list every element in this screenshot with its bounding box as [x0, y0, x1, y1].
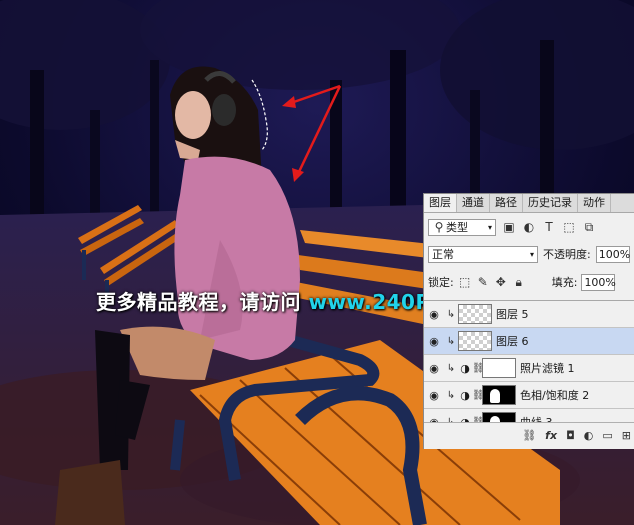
filter-kind-select[interactable]: ⚲ 类型 ▾ [428, 218, 496, 236]
filter-pixel-icon[interactable]: ▣ [502, 220, 516, 234]
filter-type-icon[interactable]: T [542, 220, 556, 234]
layer-row[interactable]: ◉ ↳ ◑ ⛓ 曲线 3 [424, 409, 634, 422]
chevron-down-icon: ▾ [529, 249, 534, 259]
adjustment-layer-icon: ◑ [460, 388, 470, 402]
search-icon: ⚲ [434, 220, 444, 234]
fill-label: 填充: [551, 276, 578, 289]
eye-icon[interactable]: ◉ [424, 362, 444, 375]
add-mask-icon[interactable]: ◘ [566, 429, 575, 442]
layer-name[interactable]: 照片滤镜 1 [520, 360, 575, 376]
layer-row-selected[interactable]: ◉ ↳ 图层 6 [424, 328, 634, 355]
layer-filter-row: ⚲ 类型 ▾ ▣ ◐ T ⬚ ⧉ [424, 216, 634, 238]
eye-icon[interactable]: ◉ [424, 389, 444, 402]
layer-thumbnail [458, 304, 492, 324]
eye-icon[interactable]: ◉ [424, 335, 444, 348]
opacity-input[interactable]: 100% [595, 245, 631, 263]
fill-input[interactable]: 100% [581, 273, 616, 291]
tab-layers[interactable]: 图层 [424, 194, 457, 212]
clip-arrow-icon: ↳ [446, 308, 456, 320]
lock-all-icon[interactable]: 🔒︎ [512, 275, 526, 289]
clip-arrow-icon: ↳ [446, 389, 456, 401]
layer-mask-thumbnail [482, 385, 516, 405]
layer-name[interactable]: 图层 6 [496, 333, 529, 349]
panel-tabs: 图层 通道 路径 历史记录 动作 [424, 194, 634, 213]
chevron-down-icon: ▾ [487, 222, 492, 232]
panel-footer: ⛓ fx ◘ ◐ ▭ ⊞ [424, 422, 634, 448]
layer-list: ◉ ↳ 图层 5 ◉ ↳ 图层 6 ◉ ↳ ◑ ⛓ 照片滤镜 1 ◉ ↳ ◑ ⛓… [424, 300, 634, 422]
clip-arrow-icon: ↳ [446, 335, 456, 347]
lock-move-icon[interactable]: ✥ [494, 275, 508, 289]
filter-shape-icon[interactable]: ⬚ [562, 220, 576, 234]
clip-arrow-icon: ↳ [446, 362, 456, 374]
filter-smart-object-icon[interactable]: ⧉ [582, 220, 596, 234]
adjustment-icon[interactable]: ◐ [584, 429, 594, 442]
tab-actions[interactable]: 动作 [578, 194, 611, 212]
layers-panel: 图层 通道 路径 历史记录 动作 ⚲ 类型 ▾ ▣ ◐ T ⬚ ⧉ 正常 ▾ 不… [423, 193, 634, 449]
link-icon[interactable]: ⛓ [472, 390, 485, 401]
fx-icon[interactable]: fx [545, 429, 557, 442]
eye-icon[interactable]: ◉ [424, 308, 444, 321]
adjustment-layer-icon: ◑ [460, 361, 470, 375]
lock-row: 锁定: ⬚ ✎ ✥ 🔒︎ 填充: 100% [424, 271, 634, 293]
fill-value: 100% [584, 275, 616, 289]
lock-brush-icon[interactable]: ✎ [476, 275, 490, 289]
watermark-text: 更多精品教程，请访问 [96, 290, 309, 314]
layer-mask-thumbnail [482, 358, 516, 378]
lock-label: 锁定: [428, 276, 454, 289]
new-layer-icon[interactable]: ⊞ [622, 429, 631, 442]
link-icon[interactable]: ⛓ [472, 363, 485, 374]
filter-kind-value: 类型 [446, 221, 468, 234]
opacity-value: 100% [598, 247, 631, 261]
tab-paths[interactable]: 路径 [490, 194, 523, 212]
layer-row[interactable]: ◉ ↳ 图层 5 [424, 301, 634, 328]
layer-thumbnail [458, 331, 492, 351]
blend-mode-select[interactable]: 正常 ▾ [428, 245, 538, 263]
opacity-label: 不透明度: [543, 248, 591, 261]
layer-row[interactable]: ◉ ↳ ◑ ⛓ 照片滤镜 1 [424, 355, 634, 382]
tab-history[interactable]: 历史记录 [523, 194, 578, 212]
layer-mask-thumbnail [482, 412, 516, 422]
layer-row[interactable]: ◉ ↳ ◑ ⛓ 色相/饱和度 2 [424, 382, 634, 409]
tab-channels[interactable]: 通道 [457, 194, 490, 212]
layer-name[interactable]: 曲线 3 [520, 414, 553, 422]
layer-name[interactable]: 色相/饱和度 2 [520, 387, 589, 403]
group-folder-icon[interactable]: ▭ [602, 429, 612, 442]
layer-name[interactable]: 图层 5 [496, 306, 529, 322]
link-icon[interactable]: ⛓ [522, 429, 536, 442]
filter-adjustment-icon[interactable]: ◐ [522, 220, 536, 234]
blend-row: 正常 ▾ 不透明度: 100% [424, 243, 634, 265]
lock-transparency-icon[interactable]: ⬚ [458, 275, 472, 289]
blend-mode-value: 正常 [432, 248, 454, 261]
